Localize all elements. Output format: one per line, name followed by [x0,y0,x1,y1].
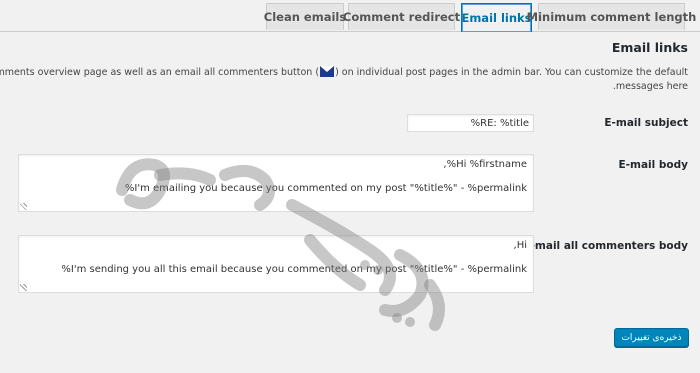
resize-grip-icon[interactable] [20,284,27,291]
section-title: Email links [611,40,688,55]
email-body-line-2: I'm emailing you because you commented o… [124,183,527,194]
tab-minimum-comment-length[interactable]: Minimum comment length [527,3,696,30]
tab-clean-emails[interactable]: Clean emails [263,3,347,30]
save-changes-label: ذخیره‌ی تغییرات [621,332,682,343]
description-line-1-end: ) on individual post pages in the admin … [335,67,688,78]
tab-label: Email links [461,11,532,25]
resize-grip-icon[interactable] [20,203,27,210]
description-line-1-start: mail" action link on the comments overvi… [0,67,320,78]
description-line-2: messages here. [612,81,688,92]
watermark-graphic [116,158,445,331]
email-all-commenters-line-2: I'm sending you all this email because y… [61,264,527,275]
tab-label: Clean emails [263,10,347,24]
email-body-line-1: Hi %firstname%, [443,159,527,170]
description-line-1: mail" action link on the comments overvi… [0,66,688,80]
tab-label: Comment redirect [342,10,461,24]
email-subject-input[interactable]: RE: %title% [407,114,534,132]
tab-label: Minimum comment length [526,10,697,24]
save-changes-button[interactable]: ذخیره‌ی تغییرات [614,328,689,347]
section-description: mail" action link on the comments overvi… [0,66,688,94]
tab-bar: Clean emails Comment redirect Email link… [0,0,700,32]
email-all-commenters-line-1: Hi, [513,240,528,251]
tab-email-links[interactable]: Email links [461,3,532,32]
email-body-blank-line [25,171,527,183]
email-all-commenters-blank-line [25,252,527,264]
tab-comment-redirect[interactable]: Comment redirect [343,3,460,30]
email-body-label: E-mail body [618,159,688,171]
email-all-commenters-textarea[interactable]: Hi, I'm sending you all this email becau… [18,235,534,293]
email-subject-value: RE: %title% [470,117,529,129]
email-subject-label: E-mail subject [604,117,688,129]
email-all-commenters-label: E-mail all commenters body [523,240,688,252]
mail-icon [320,66,335,77]
email-body-textarea[interactable]: Hi %firstname%, I'm emailing you because… [18,154,534,212]
